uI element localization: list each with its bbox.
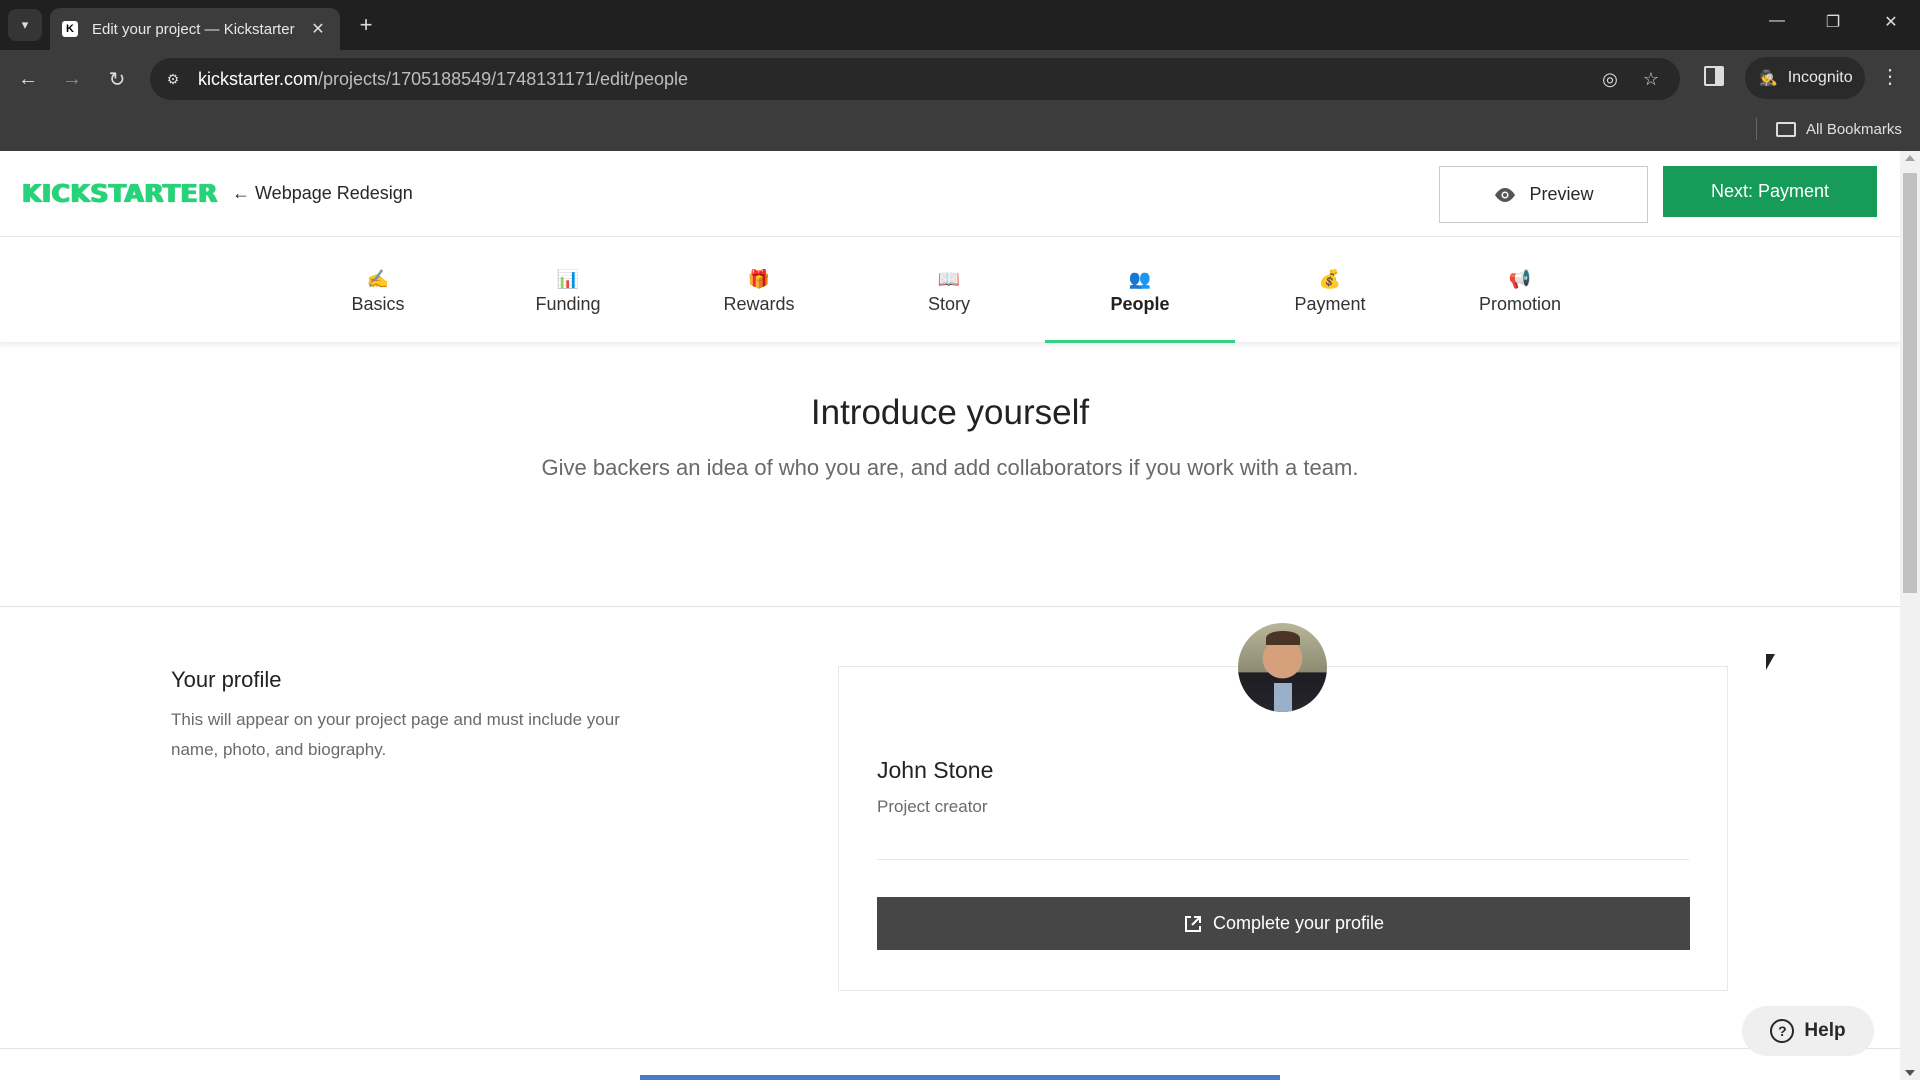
- arrow-left-icon: ←: [18, 67, 38, 90]
- kickstarter-logo[interactable]: KICKSTARTER: [22, 179, 218, 208]
- tab-label: Funding: [535, 294, 601, 314]
- browser-tab-strip: ▾ K Edit your project — Kickstarter ✕ + …: [0, 0, 1920, 50]
- project-header: KICKSTARTER ← Webpage Redesign Preview N…: [0, 151, 1900, 237]
- all-bookmarks-label: All Bookmarks: [1806, 120, 1902, 138]
- bookmark-star-button[interactable]: ☆: [1636, 64, 1666, 94]
- avatar-shirt: [1274, 683, 1292, 712]
- project-steps-nav: ✍ Basics 📊 Funding 🎁 Rewards 📖 Story 👥 P…: [0, 237, 1900, 343]
- tab-label: Promotion: [1478, 294, 1562, 314]
- preview-label: Preview: [1529, 184, 1594, 204]
- incognito-icon: 🕵: [1759, 70, 1778, 87]
- side-panel-icon: [1715, 68, 1722, 84]
- tab-label: Story: [927, 294, 970, 314]
- creator-role: Project creator: [877, 797, 988, 816]
- external-link-icon: [1184, 915, 1201, 932]
- tab-payment[interactable]: 💰 Payment: [1235, 237, 1425, 343]
- mouse-cursor-icon: [1766, 654, 1775, 670]
- money-bag-icon: 💰: [1318, 269, 1342, 289]
- page-scrollbar[interactable]: [1900, 151, 1920, 1080]
- all-bookmarks-button[interactable]: All Bookmarks: [1776, 116, 1902, 142]
- bookmarks-separator: [1756, 118, 1757, 140]
- tab-label: Payment: [1294, 294, 1366, 314]
- book-icon: 📖: [937, 269, 961, 289]
- bar-chart-icon: 📊: [556, 269, 580, 289]
- next-payment-button[interactable]: Next: Payment: [1663, 166, 1877, 217]
- reload-icon: ↻: [108, 68, 126, 91]
- writing-hand-icon: ✍: [366, 269, 390, 289]
- more-vert-icon: ⋮: [1880, 66, 1900, 88]
- help-circle-icon: ?: [1770, 1019, 1795, 1043]
- complete-profile-label: Complete your profile: [1212, 913, 1385, 933]
- scroll-thumb[interactable]: [1903, 173, 1917, 593]
- browser-tab[interactable]: K Edit your project — Kickstarter ✕: [50, 8, 340, 50]
- back-button[interactable]: ←: [13, 64, 43, 94]
- help-label: Help: [1804, 1020, 1846, 1041]
- people-icon: 👥: [1128, 269, 1152, 289]
- arrow-left-icon: ←: [232, 183, 250, 203]
- tab-title: Edit your project — Kickstarter: [92, 20, 295, 38]
- project-name: Webpage Redesign: [255, 183, 413, 203]
- tab-rewards[interactable]: 🎁 Rewards: [664, 237, 854, 343]
- star-icon: ☆: [1642, 68, 1660, 89]
- tune-icon: ⚙: [166, 70, 180, 87]
- close-tab-icon[interactable]: ✕: [306, 19, 330, 39]
- restore-button[interactable]: ❐: [1818, 12, 1848, 32]
- section-divider: [0, 1048, 1900, 1049]
- tab-basics[interactable]: ✍ Basics: [283, 237, 473, 343]
- tab-promotion[interactable]: 📢 Promotion: [1425, 237, 1615, 343]
- avatar-hair: [1266, 631, 1300, 645]
- card-divider: [877, 859, 1689, 860]
- side-panel-button[interactable]: [1704, 66, 1724, 86]
- browser-menu-button[interactable]: ⋮: [1880, 64, 1900, 89]
- scroll-down-arrow-icon[interactable]: [1905, 1070, 1915, 1076]
- complete-profile-button[interactable]: Complete your profile: [877, 897, 1690, 950]
- folder-icon: [1776, 121, 1796, 137]
- url-text[interactable]: kickstarter.com/projects/1705188549/1748…: [198, 69, 688, 90]
- reload-button[interactable]: ↻: [102, 64, 132, 94]
- address-bar[interactable]: ⚙ kickstarter.com/projects/1705188549/17…: [150, 58, 1680, 100]
- kickstarter-favicon-icon: K: [62, 21, 78, 37]
- incognito-label: Incognito: [1787, 69, 1853, 86]
- window-close-button[interactable]: ✕: [1876, 12, 1906, 32]
- avatar: [1238, 623, 1327, 712]
- tab-label: Basics: [351, 294, 405, 314]
- eye-off-icon: ◎: [1602, 68, 1618, 89]
- new-tab-button[interactable]: +: [352, 11, 380, 39]
- tab-people[interactable]: 👥 People: [1045, 237, 1235, 343]
- url-host: kickstarter.com: [198, 68, 319, 89]
- preview-button[interactable]: Preview: [1439, 166, 1648, 223]
- page-title: Introduce yourself: [810, 393, 1090, 432]
- chevron-down-icon: ▾: [21, 17, 29, 32]
- tab-label: Rewards: [723, 294, 795, 314]
- your-profile-heading: Your profile: [171, 667, 282, 692]
- arrow-right-icon: →: [62, 67, 82, 90]
- gift-icon: 🎁: [747, 269, 771, 289]
- page-viewport: KICKSTARTER ← Webpage Redesign Preview N…: [0, 151, 1900, 1080]
- tab-label: People: [1110, 294, 1170, 314]
- bookmarks-bar: All Bookmarks: [0, 108, 1920, 151]
- creator-name: John Stone: [877, 757, 994, 783]
- page-subtitle: Give backers an idea of who you are, and…: [541, 455, 1359, 480]
- next-section-bar: [640, 1075, 1280, 1080]
- browser-toolbar: ← → ↻ ⚙ kickstarter.com/projects/1705188…: [0, 50, 1920, 108]
- your-profile-description: This will appear on your project page an…: [171, 710, 620, 759]
- tracking-protection-button[interactable]: ◎: [1595, 64, 1625, 94]
- tab-story[interactable]: 📖 Story: [854, 237, 1044, 343]
- tab-funding[interactable]: 📊 Funding: [473, 237, 663, 343]
- site-info-button[interactable]: ⚙: [158, 64, 188, 94]
- help-button[interactable]: ? Help: [1742, 1006, 1874, 1056]
- forward-button[interactable]: →: [57, 64, 87, 94]
- scroll-up-arrow-icon[interactable]: [1905, 155, 1915, 161]
- url-path: /projects/1705188549/1748131171/edit/peo…: [318, 68, 689, 89]
- back-to-project-link[interactable]: ← Webpage Redesign: [232, 183, 413, 204]
- incognito-profile-button[interactable]: 🕵 Incognito: [1745, 57, 1865, 99]
- megaphone-icon: 📢: [1508, 269, 1532, 289]
- tab-search-button[interactable]: ▾: [8, 9, 42, 41]
- minimize-button[interactable]: —: [1762, 12, 1792, 30]
- eye-icon: [1495, 187, 1516, 202]
